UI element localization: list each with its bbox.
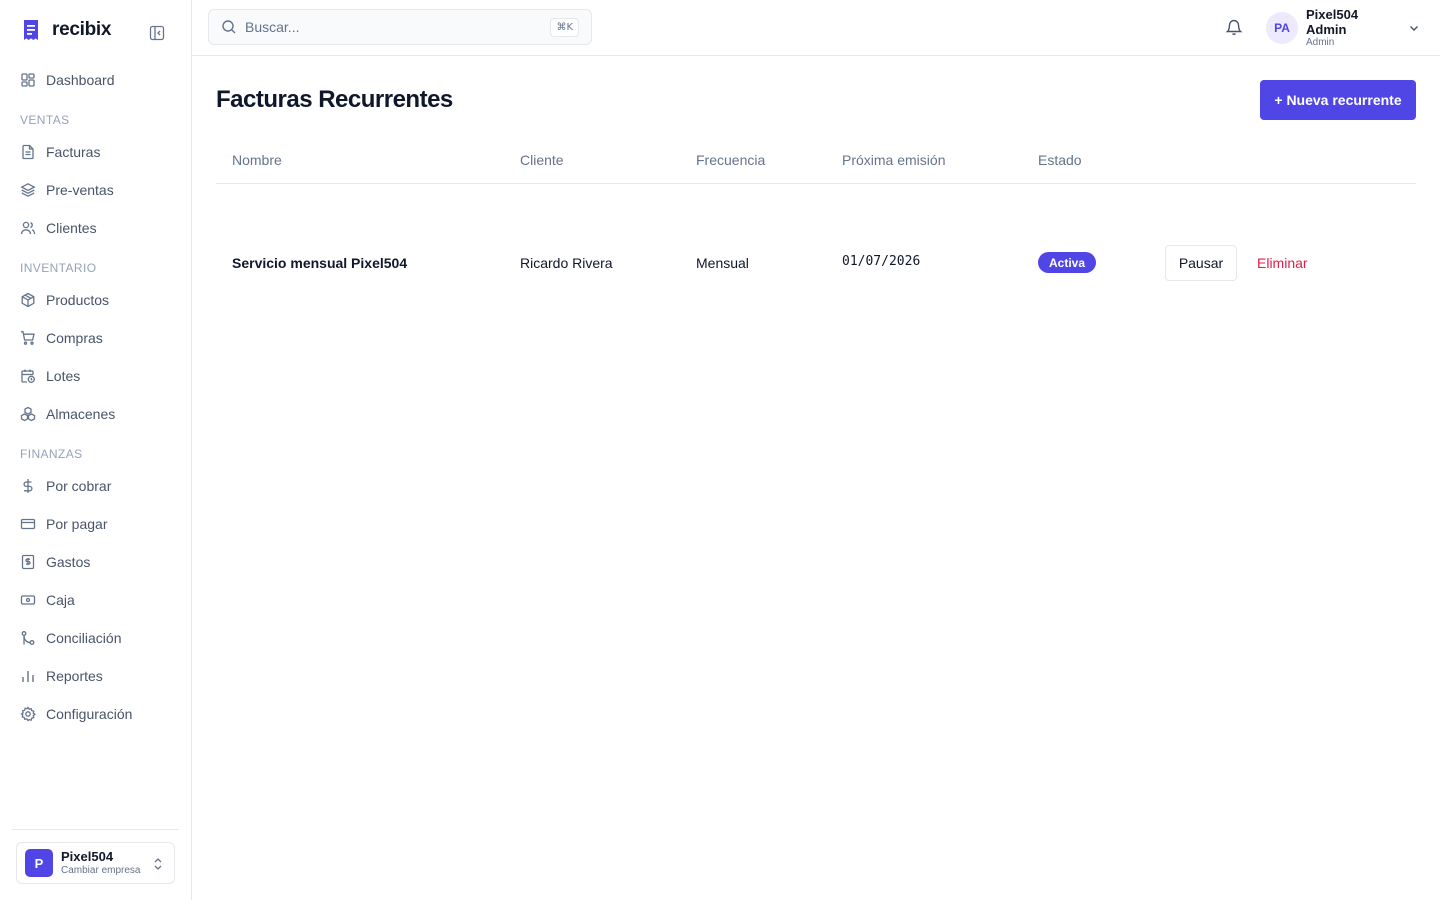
chevron-down-icon [1410,26,1418,31]
sidebar-item-pre-ventas[interactable]: Pre-ventas [8,172,184,208]
nav-section-finanzas: FINANZAS [20,447,83,461]
pause-button[interactable]: Pausar [1165,245,1237,281]
sidebar-item-label: Configuración [46,706,133,722]
sidebar-item-label: Gastos [46,554,91,570]
cart-icon [21,331,35,345]
git-merge-icon [21,631,35,645]
sidebar-item-label: Caja [46,592,75,608]
bar-chart-icon [22,671,34,682]
sidebar-item-clientes[interactable]: Clientes [8,210,184,246]
sidebar-item-compras[interactable]: Compras [8,320,184,356]
brand-name: recibix [52,19,112,40]
company-avatar: P [25,849,53,877]
sidebar-item-label: Por pagar [46,516,108,532]
sidebar-nav: Dashboard VENTAS Facturas Pre-ventas Cli… [8,62,184,734]
sidebar-item-productos[interactable]: Productos [8,282,184,318]
nav-section-ventas: VENTAS [20,113,70,127]
sidebar-item-label: Por cobrar [46,478,112,494]
banknote-icon [20,595,36,605]
page-title: Facturas Recurrentes [216,86,453,113]
chevrons-up-down-icon [154,858,162,870]
sidebar-item-gastos[interactable]: Gastos [8,544,184,580]
receipt-icon [21,554,35,570]
calendar-clock-icon [21,369,35,383]
table-row: Servicio mensual Pixel504 Ricardo Rivera… [216,184,1416,281]
column-header-cliente[interactable]: Cliente [520,152,564,168]
column-header-frecuencia[interactable]: Frecuencia [696,152,765,168]
cell-next-date: 01/07/2026 [842,254,921,269]
user-name: Pixel504 Admin [1306,7,1359,37]
keyboard-shortcut-hint: ⌘K [550,18,579,37]
sidebar-item-caja[interactable]: Caja [8,582,184,618]
search-box[interactable]: ⌘K [208,9,592,45]
topbar: ⌘K PA Pixel504 Admin Admin [192,0,1440,56]
sidebar-item-label: Facturas [46,144,101,160]
sidebar-item-label: Dashboard [46,72,115,88]
sidebar-item-lotes[interactable]: Lotes [8,358,184,394]
credit-card-icon [20,518,36,530]
company-switch-label: Cambiar empresa [61,864,141,876]
sidebar-item-configuracion[interactable]: Configuración [8,696,184,732]
user-role: Admin [1306,36,1335,48]
boxes-icon [20,406,36,422]
dashboard-icon [21,73,35,87]
search-icon [222,20,236,34]
sidebar-item-conciliacion[interactable]: Conciliación [8,620,184,656]
dollar-icon [23,479,33,493]
column-header-nombre[interactable]: Nombre [232,152,282,168]
status-badge: Activa [1038,252,1097,273]
package-icon [21,292,35,308]
sidebar-item-dashboard[interactable]: Dashboard [8,62,184,98]
receipt-logo-icon [24,20,38,40]
sidebar-item-label: Productos [46,292,110,308]
search-input[interactable] [245,19,535,35]
recurring-invoices-table: Nombre Cliente Frecuencia Próxima emisió… [216,140,1416,281]
brand[interactable]: recibix [20,16,111,44]
gear-icon [20,706,36,722]
company-switcher[interactable]: P Pixel504 Cambiar empresa [16,842,175,884]
sidebar-item-almacenes[interactable]: Almacenes [8,396,184,432]
sidebar-item-label: Lotes [46,368,81,384]
sidebar-item-reportes[interactable]: Reportes [8,658,184,694]
sidebar-item-label: Conciliación [46,630,122,646]
bell-icon[interactable] [1225,18,1243,36]
new-recurring-button[interactable]: + Nueva recurrente [1260,80,1416,120]
users-icon [20,221,36,235]
file-text-icon [22,144,34,160]
cell-frequency: Mensual [696,255,749,271]
column-header-proxima-emision[interactable]: Próxima emisión [842,152,945,168]
column-header-estado[interactable]: Estado [1038,152,1082,168]
sidebar: recibix Dashboard VENTAS Facturas Pre-ve… [0,0,192,900]
sidebar-item-por-cobrar[interactable]: Por cobrar [8,468,184,504]
panel-left-close-icon [149,25,165,41]
user-menu[interactable]: PA Pixel504 Admin Admin [1266,7,1420,48]
sidebar-item-label: Almacenes [46,406,116,422]
sidebar-item-por-pagar[interactable]: Por pagar [8,506,184,542]
table-header: Nombre Cliente Frecuencia Próxima emisió… [216,140,1416,184]
sidebar-item-label: Clientes [46,220,97,236]
nav-section-inventario: INVENTARIO [20,261,97,275]
sidebar-item-label: Pre-ventas [46,182,114,198]
sidebar-item-facturas[interactable]: Facturas [8,134,184,170]
sidebar-item-label: Compras [46,330,103,346]
company-name: Pixel504 [61,848,114,864]
cell-name: Servicio mensual Pixel504 [232,255,408,271]
avatar: PA [1266,12,1298,44]
cell-client: Ricardo Rivera [520,255,613,271]
layers-icon [20,183,36,197]
sidebar-collapse-button[interactable] [148,24,166,42]
sidebar-item-label: Reportes [46,668,103,684]
delete-button[interactable]: Eliminar [1257,255,1308,271]
divider [12,829,179,830]
